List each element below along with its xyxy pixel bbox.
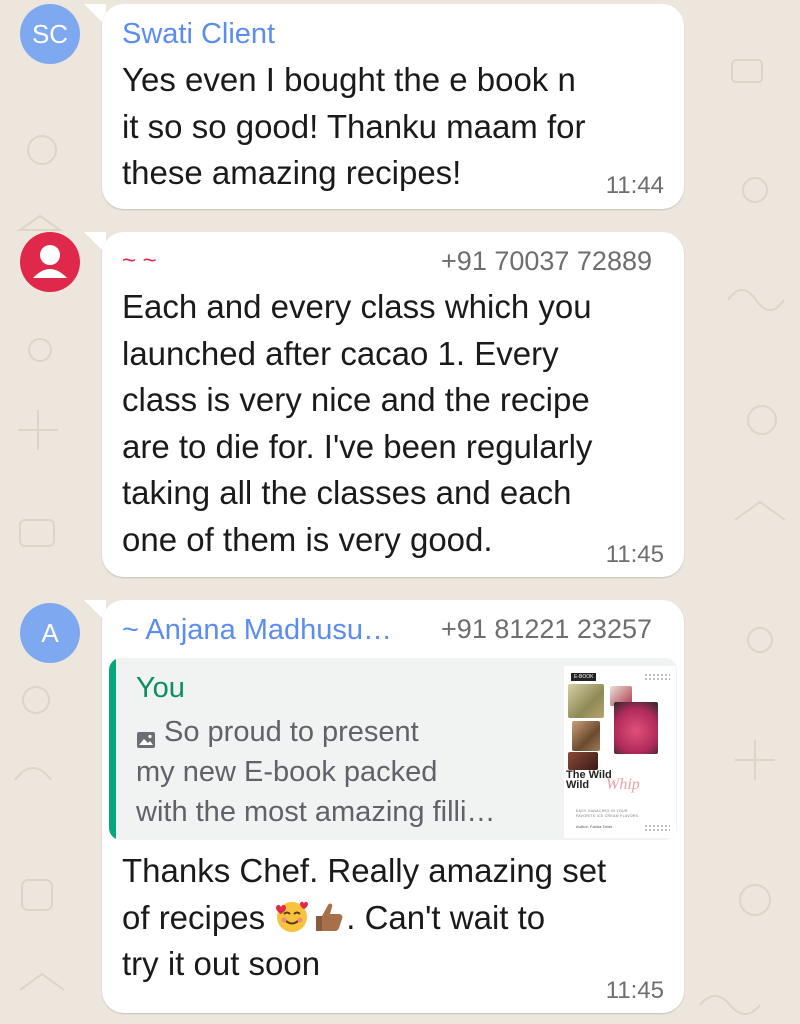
sender-name[interactable]: ~ ~ (122, 247, 157, 275)
message-text: Each and every class which you launched … (122, 288, 593, 558)
ebook-thumbnail[interactable]: E-BOOK The Wild Wild Whip EASY GANACHES … (564, 666, 676, 838)
ebook-subtitle: EASY GANACHES IN YOUR FAVORITE ICE CREAM… (576, 809, 639, 818)
quoted-message[interactable]: You So proud to present my new E-book pa… (109, 658, 677, 840)
sender-phone[interactable]: +91 70037 72889 (441, 246, 652, 277)
sender-name[interactable]: Swati Client (122, 18, 275, 51)
avatar-initials: A (41, 617, 59, 648)
sender-phone[interactable]: +91 81221 23257 (441, 614, 652, 645)
message-bubble[interactable]: ~ ~ +91 70037 72889 Each and every class… (102, 232, 684, 577)
avatar-initials: SC (31, 18, 69, 49)
message-time: 11:45 (605, 977, 664, 1004)
message-text-line: of recipes (122, 898, 275, 936)
quote-accent-bar (109, 658, 116, 840)
message-text: Yes even I bought the e book n it so so … (122, 61, 586, 191)
quote-text: So proud to present my new E-book packed… (136, 716, 496, 828)
thumbs-up-emoji (316, 903, 343, 931)
ebook-dots-decoration (644, 824, 670, 832)
avatar[interactable]: SC (20, 4, 80, 64)
ebook-title: The Wild Wild (566, 769, 612, 791)
message-bubble[interactable]: ~ Anjana Madhusu… +91 81221 23257 You So… (102, 600, 684, 1013)
smiling-face-with-hearts-emoji (276, 901, 309, 932)
avatar[interactable]: A (20, 603, 80, 663)
message-text-line: try it out soon (122, 945, 321, 982)
ebook-photo (614, 702, 658, 754)
quote-author: You (136, 672, 185, 704)
ebook-photo (568, 752, 598, 770)
message-text-line: Thanks Chef. Really amazing set (122, 852, 607, 889)
ebook-script-title: Whip (606, 776, 640, 793)
message-text: Thanks Chef. Really amazing set of recip… (122, 848, 606, 988)
ebook-photo (568, 684, 604, 718)
message-time: 11:44 (605, 172, 664, 199)
person-icon (33, 245, 67, 278)
ebook-tag: E-BOOK (571, 673, 597, 681)
message-bubble[interactable]: Swati Client Yes even I bought the e boo… (102, 4, 684, 209)
message-time: 11:45 (605, 541, 664, 568)
ebook-photo (572, 721, 600, 751)
ebook-dots-decoration (644, 673, 670, 681)
avatar[interactable] (20, 232, 80, 292)
message-text-line: . Can't wait to (346, 898, 546, 936)
sender-name[interactable]: ~ Anjana Madhusu… (122, 614, 392, 647)
ebook-author: Author: Farida Taher (576, 824, 613, 829)
